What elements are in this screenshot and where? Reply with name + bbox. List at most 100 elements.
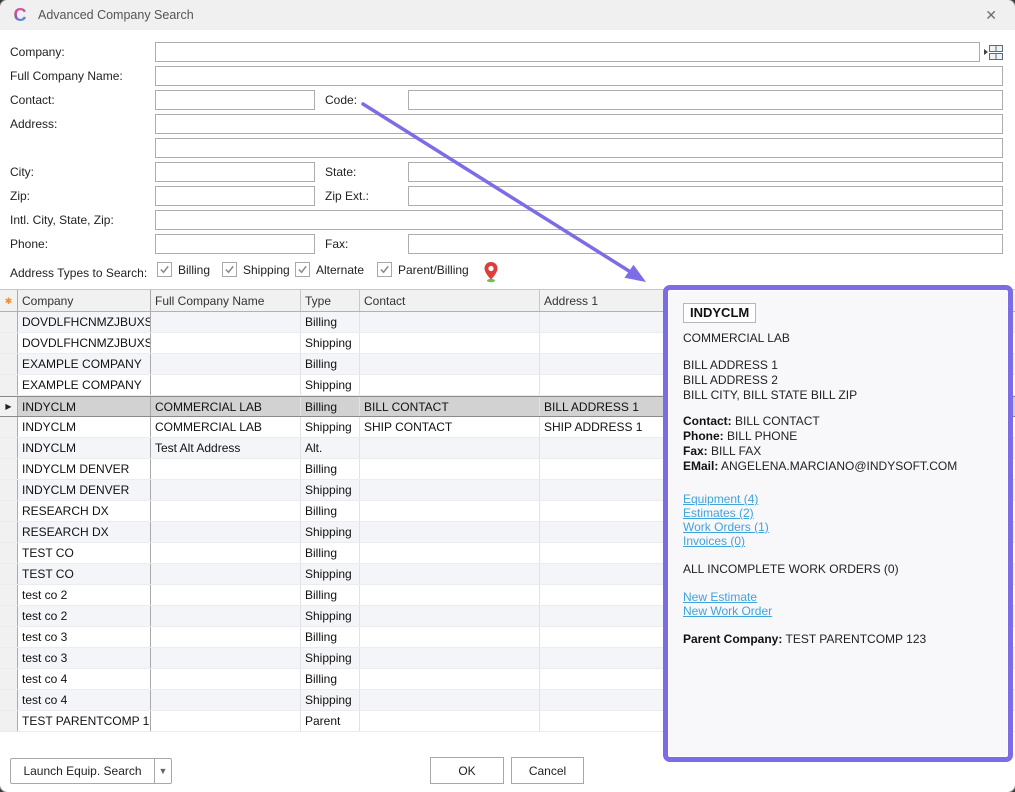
full-company-name-input[interactable]	[155, 66, 1003, 86]
table-cell[interactable]: Shipping	[301, 564, 360, 584]
row-indicator[interactable]	[0, 417, 18, 437]
table-cell[interactable]: Billing	[301, 397, 360, 416]
table-cell[interactable]	[360, 312, 540, 332]
row-indicator[interactable]	[0, 648, 18, 668]
company-input[interactable]	[155, 42, 980, 62]
row-indicator[interactable]	[0, 543, 18, 563]
table-cell[interactable]	[151, 585, 301, 605]
row-indicator[interactable]	[0, 333, 18, 353]
table-cell[interactable]	[151, 627, 301, 647]
table-cell[interactable]	[151, 375, 301, 395]
table-cell[interactable]	[360, 648, 540, 668]
table-cell[interactable]	[151, 501, 301, 521]
table-cell[interactable]: DOVDLFHCNMZJBUXSLFC	[18, 333, 151, 353]
company-lookup-icon[interactable]	[983, 43, 1004, 62]
table-cell[interactable]	[360, 438, 540, 458]
table-cell[interactable]: Shipping	[301, 606, 360, 626]
launch-equip-search-button[interactable]: Launch Equip. Search	[10, 758, 155, 784]
map-pin-icon[interactable]	[483, 261, 499, 288]
table-cell[interactable]: EXAMPLE COMPANY	[18, 375, 151, 395]
table-cell[interactable]	[151, 543, 301, 563]
table-cell[interactable]	[151, 312, 301, 332]
row-indicator[interactable]	[0, 522, 18, 542]
table-cell[interactable]: COMMERCIAL LAB	[151, 397, 301, 416]
table-cell[interactable]	[360, 564, 540, 584]
address-line2-input[interactable]	[155, 138, 1003, 158]
table-cell[interactable]	[360, 354, 540, 374]
code-input[interactable]	[408, 90, 1003, 110]
intl-city-state-zip-input[interactable]	[155, 210, 1003, 230]
table-cell[interactable]: BILL CONTACT	[360, 397, 540, 416]
table-cell[interactable]: INDYCLM	[18, 397, 151, 416]
table-cell[interactable]	[360, 333, 540, 353]
ok-button[interactable]: OK	[430, 757, 504, 784]
table-cell[interactable]: RESEARCH DX	[18, 522, 151, 542]
table-cell[interactable]	[360, 690, 540, 710]
row-indicator[interactable]	[0, 312, 18, 332]
table-cell[interactable]: Shipping	[301, 417, 360, 437]
shipping-checkbox[interactable]: Shipping	[222, 262, 290, 277]
table-cell[interactable]: INDYCLM DENVER	[18, 459, 151, 479]
table-cell[interactable]: DOVDLFHCNMZJBUXSLFC	[18, 312, 151, 332]
table-cell[interactable]	[151, 459, 301, 479]
table-cell[interactable]: Shipping	[301, 522, 360, 542]
table-cell[interactable]: Billing	[301, 501, 360, 521]
table-cell[interactable]: Billing	[301, 543, 360, 563]
table-cell[interactable]	[360, 606, 540, 626]
table-cell[interactable]: test co 4	[18, 690, 151, 710]
row-indicator[interactable]	[0, 480, 18, 500]
table-cell[interactable]: test co 4	[18, 669, 151, 689]
state-input[interactable]	[408, 162, 1003, 182]
table-cell[interactable]	[360, 501, 540, 521]
row-indicator[interactable]	[0, 606, 18, 626]
table-cell[interactable]	[151, 480, 301, 500]
table-cell[interactable]	[360, 375, 540, 395]
table-cell[interactable]	[360, 711, 540, 731]
new-work-order-link[interactable]: New Work Order	[683, 605, 772, 618]
table-cell[interactable]	[151, 354, 301, 374]
table-cell[interactable]	[151, 711, 301, 731]
table-cell[interactable]	[151, 333, 301, 353]
table-cell[interactable]: Parent	[301, 711, 360, 731]
table-cell[interactable]: Alt.	[301, 438, 360, 458]
row-indicator[interactable]	[0, 501, 18, 521]
work-orders-link[interactable]: Work Orders (1)	[683, 521, 769, 534]
table-cell[interactable]: Billing	[301, 312, 360, 332]
row-indicator[interactable]	[0, 438, 18, 458]
table-cell[interactable]	[151, 648, 301, 668]
billing-checkbox[interactable]: Billing	[157, 262, 210, 277]
row-indicator[interactable]	[0, 690, 18, 710]
table-cell[interactable]: EXAMPLE COMPANY	[18, 354, 151, 374]
launch-equip-search-dropdown[interactable]: ▼	[154, 758, 172, 784]
table-cell[interactable]	[360, 459, 540, 479]
table-cell[interactable]	[151, 522, 301, 542]
current-row-indicator[interactable]: ▶	[0, 397, 18, 416]
table-cell[interactable]: Shipping	[301, 690, 360, 710]
table-cell[interactable]: INDYCLM DENVER	[18, 480, 151, 500]
row-indicator[interactable]	[0, 669, 18, 689]
table-cell[interactable]	[360, 522, 540, 542]
address-line1-input[interactable]	[155, 114, 1003, 134]
column-header-company[interactable]: Company	[18, 290, 151, 311]
parent-billing-checkbox[interactable]: Parent/Billing	[377, 262, 469, 277]
table-cell[interactable]	[151, 669, 301, 689]
table-cell[interactable]: TEST CO	[18, 543, 151, 563]
table-cell[interactable]	[151, 564, 301, 584]
estimates-link[interactable]: Estimates (2)	[683, 507, 754, 520]
table-cell[interactable]: Shipping	[301, 333, 360, 353]
table-cell[interactable]	[151, 606, 301, 626]
table-cell[interactable]: test co 2	[18, 606, 151, 626]
city-input[interactable]	[155, 162, 315, 182]
table-cell[interactable]: TEST CO	[18, 564, 151, 584]
table-cell[interactable]	[360, 669, 540, 689]
table-cell[interactable]: Billing	[301, 459, 360, 479]
table-cell[interactable]: Billing	[301, 585, 360, 605]
fax-input[interactable]	[408, 234, 1003, 254]
table-cell[interactable]: Billing	[301, 669, 360, 689]
close-icon[interactable]: ✕	[977, 5, 1005, 26]
equipment-link[interactable]: Equipment (4)	[683, 493, 758, 506]
table-cell[interactable]: test co 3	[18, 648, 151, 668]
row-indicator[interactable]	[0, 354, 18, 374]
row-indicator[interactable]	[0, 585, 18, 605]
table-cell[interactable]: TEST PARENTCOMP 123	[18, 711, 151, 731]
